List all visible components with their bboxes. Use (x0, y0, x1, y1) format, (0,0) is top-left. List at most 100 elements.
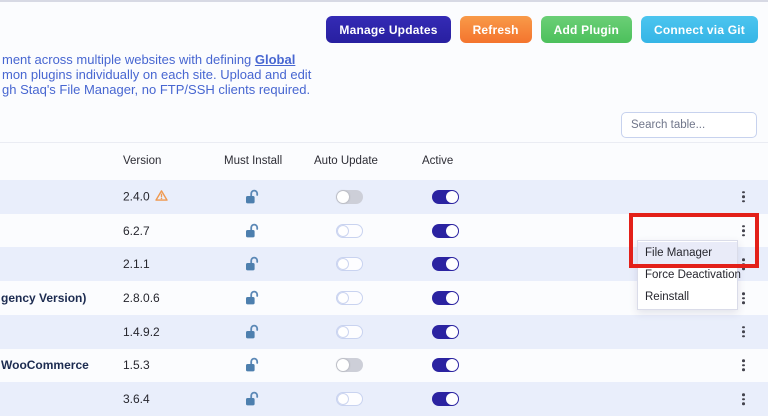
row-actions-context-menu: File Manager Force Deactivation Reinstall (637, 240, 741, 310)
refresh-button[interactable]: Refresh (459, 16, 532, 43)
toggle-knob (337, 190, 349, 203)
unlock-icon[interactable] (245, 290, 260, 306)
toggle-knob (337, 359, 349, 372)
table-row: 3.6.4 (0, 382, 768, 416)
column-header-version: Version (123, 155, 162, 167)
auto-update-toggle (336, 392, 363, 407)
unlock-icon[interactable] (245, 391, 260, 407)
toggle-knob (446, 258, 458, 271)
toggle-knob (446, 224, 458, 237)
toggle-knob (337, 325, 349, 338)
connect-via-git-button[interactable]: Connect via Git (640, 16, 758, 43)
auto-update-toggle (336, 189, 363, 204)
unlock-icon[interactable] (245, 189, 260, 205)
active-toggle (432, 324, 459, 339)
context-menu-item-force-deactivation[interactable]: Force Deactivation (638, 264, 741, 286)
toolbar: Manage Updates Refresh Add Plugin Connec… (326, 16, 758, 43)
toggle-knob (337, 258, 349, 271)
table-search (621, 112, 757, 138)
kebab-menu-icon[interactable] (739, 390, 748, 408)
active-toggle (432, 257, 459, 272)
description-text: ment across multiple websites with defin… (2, 52, 255, 67)
version-text: 2.1.1 (123, 257, 150, 272)
warning-triangle-icon (155, 189, 168, 204)
auto-update-toggle (336, 257, 363, 272)
active-toggle (432, 189, 459, 204)
kebab-menu-icon[interactable] (739, 323, 748, 341)
context-menu-item-reinstall[interactable]: Reinstall (638, 286, 737, 308)
plugin-version: 1.4.9.2 (123, 325, 160, 339)
auto-update-toggle (336, 223, 363, 238)
active-toggle (432, 358, 459, 373)
unlock-icon[interactable] (245, 223, 260, 239)
auto-update-switch[interactable] (336, 392, 363, 407)
active-switch[interactable] (432, 392, 459, 407)
active-switch[interactable] (432, 189, 459, 204)
auto-update-switch[interactable] (336, 358, 363, 373)
active-switch[interactable] (432, 257, 459, 272)
auto-update-toggle (336, 358, 363, 373)
plugin-manager-screen: Manage Updates Refresh Add Plugin Connec… (0, 0, 768, 416)
table-header-row: Version Must Install Auto Update Active (0, 143, 768, 180)
auto-update-toggle (336, 324, 363, 339)
kebab-menu-icon[interactable] (739, 222, 748, 240)
plugin-version: 2.1.1 (123, 257, 150, 271)
auto-update-toggle (336, 291, 363, 306)
unlock-icon[interactable] (245, 324, 260, 340)
version-text: 2.8.0.6 (123, 291, 160, 306)
version-text: 1.5.3 (123, 358, 150, 373)
search-input[interactable] (621, 112, 757, 138)
version-text: 1.4.9.2 (123, 324, 160, 339)
kebab-menu-icon[interactable] (739, 357, 748, 375)
toggle-knob (446, 190, 458, 203)
version-text: 3.6.4 (123, 392, 150, 407)
kebab-menu-icon[interactable] (739, 289, 748, 307)
column-header-active: Active (422, 155, 454, 167)
auto-update-switch[interactable] (336, 291, 363, 306)
plugin-name: WooCommerce (1, 358, 89, 373)
kebab-menu-icon[interactable] (739, 188, 748, 206)
plugin-name: gency Version) (1, 291, 87, 306)
manage-updates-button[interactable]: Manage Updates (326, 16, 451, 43)
plugin-version: 2.8.0.6 (123, 291, 160, 305)
top-divider (0, 0, 768, 2)
toggle-knob (446, 359, 458, 372)
unlock-icon[interactable] (245, 357, 260, 373)
active-switch[interactable] (432, 223, 459, 238)
plugin-version: 3.6.4 (123, 392, 150, 406)
unlock-icon[interactable] (245, 256, 260, 272)
version-text: 6.2.7 (123, 223, 150, 238)
plugin-version: 2.4.0 (123, 189, 168, 204)
table-row: 2.4.0 (0, 180, 768, 214)
auto-update-switch[interactable] (336, 189, 363, 204)
active-switch[interactable] (432, 324, 459, 339)
toggle-knob (337, 292, 349, 305)
toggle-knob (337, 224, 349, 237)
context-menu-item-file-manager[interactable]: File Manager (638, 242, 737, 264)
active-toggle (432, 291, 459, 306)
version-text: 2.4.0 (123, 189, 150, 204)
table-row: 1.4.9.2 (0, 314, 768, 349)
active-toggle (432, 392, 459, 407)
description-line-1: ment across multiple websites with defin… (2, 52, 311, 68)
intro-description: ment across multiple websites with defin… (2, 52, 312, 97)
auto-update-switch[interactable] (336, 223, 363, 238)
active-toggle (432, 223, 459, 238)
column-header-auto-update: Auto Update (314, 155, 378, 167)
description-line-3: gh Staq's File Manager, no FTP/SSH clien… (2, 81, 311, 97)
plugin-version: 1.5.3 (123, 358, 150, 372)
auto-update-switch[interactable] (336, 257, 363, 272)
plugin-version: 6.2.7 (123, 224, 150, 238)
add-plugin-button[interactable]: Add Plugin (540, 16, 632, 43)
active-switch[interactable] (432, 291, 459, 306)
global-link[interactable]: Global (255, 52, 295, 67)
description-line-2: mon plugins individually on each site. U… (2, 66, 312, 82)
toggle-knob (337, 393, 349, 406)
active-switch[interactable] (432, 358, 459, 373)
table-row: WooCommerce 1.5.3 (0, 349, 768, 383)
toggle-knob (446, 292, 458, 305)
auto-update-switch[interactable] (336, 324, 363, 339)
column-header-must-install: Must Install (224, 155, 283, 167)
toggle-knob (446, 393, 458, 406)
toggle-knob (446, 325, 458, 338)
